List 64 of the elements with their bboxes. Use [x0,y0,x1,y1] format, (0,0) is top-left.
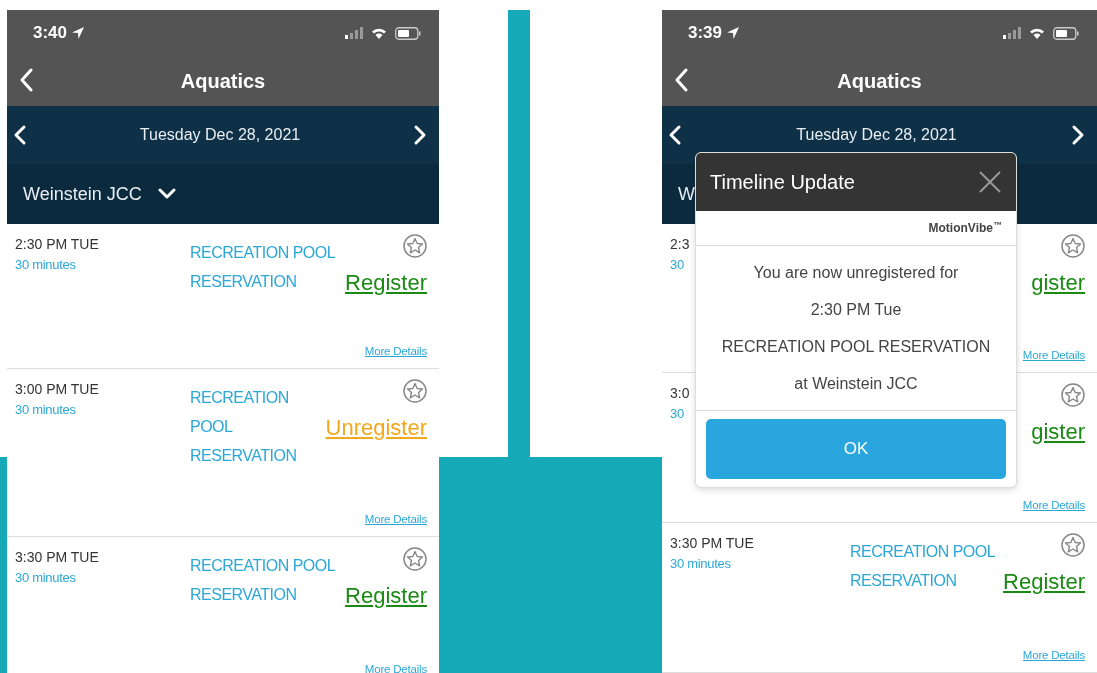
status-time: 3:40 [33,22,68,45]
dialog-message: RECREATION POOL RESERVATION [721,337,991,357]
event-time: 3:00 PM TUE [15,380,99,399]
dialog-message: You are now unregistered for [753,263,959,283]
signal-icon [1003,27,1021,39]
chevron-down-icon[interactable] [157,188,176,200]
event-name: RECREATION POOL [190,556,336,576]
more-details-link[interactable]: More Details [364,342,427,360]
brand-logo: MotionVibe$^{™}$ [928,221,1002,235]
register-link[interactable]: Register [345,266,427,299]
unregister-link[interactable]: Unregister [325,411,427,444]
event-name: RECREATION POOL [850,542,996,562]
dialog-title: Timeline Update [710,170,855,195]
register-link[interactable]: gister [1031,266,1085,299]
event-duration: 30 minutes [15,569,76,587]
more-details-link[interactable]: More Details [1022,346,1085,364]
wifi-icon [1029,27,1045,39]
location-selector[interactable]: W [678,180,695,208]
previous-day-icon[interactable] [13,124,27,146]
date-label: Tuesday Dec 28, 2021 [796,125,957,145]
more-details-link[interactable]: More Details [364,510,427,528]
battery-icon [395,26,421,40]
event-name: RESERVATION [190,585,297,605]
more-details-link[interactable]: More Details [1022,496,1085,514]
next-day-icon[interactable] [413,124,427,146]
location-selector[interactable]: Weinstein JCC [23,180,142,208]
event-duration: 30 [670,405,684,423]
event-duration: 30 [670,256,684,274]
event-time: 3:0 [670,384,690,403]
battery-icon [1053,26,1079,40]
event-time: 2:30 PM TUE [15,235,99,254]
next-day-icon[interactable] [1071,124,1085,146]
back-icon[interactable] [674,68,688,92]
location-arrow-icon [71,26,86,40]
event-duration: 30 minutes [670,555,731,573]
more-details-link[interactable]: More Details [364,660,427,673]
event-duration: 30 minutes [15,256,76,274]
screen-title: Aquatics [837,69,922,94]
register-link[interactable]: Register [345,579,427,612]
event-name: RECREATION POOL [190,243,336,263]
screen-title: Aquatics [180,69,266,94]
dialog-message: at Weinstein JCC [794,374,918,394]
back-icon[interactable] [19,68,33,92]
event-time: 3:30 PM TUE [670,534,754,553]
event-name: POOL [190,417,233,437]
status-time: 3:39 [688,22,723,45]
event-name: RECREATION [190,388,289,408]
dialog-message: 2:30 PM Tue [810,300,902,320]
register-link[interactable]: Register [1003,565,1085,598]
signal-icon [345,27,363,39]
register-link[interactable]: gister [1031,415,1085,448]
location-arrow-icon [726,26,741,40]
event-time: 3:30 PM TUE [15,548,99,567]
date-label: Tuesday Dec 28, 2021 [139,125,301,145]
event-time: 2:3 [670,235,690,254]
event-name: RESERVATION [190,446,297,466]
event-duration: 30 minutes [15,401,76,419]
more-details-link[interactable]: More Details [1022,646,1085,664]
close-icon[interactable] [978,170,1002,194]
event-name: RESERVATION [850,571,957,591]
previous-day-icon[interactable] [668,124,682,146]
wifi-icon [371,27,387,39]
event-name: RESERVATION [190,272,297,292]
ok-button[interactable]: OK [706,419,1006,479]
